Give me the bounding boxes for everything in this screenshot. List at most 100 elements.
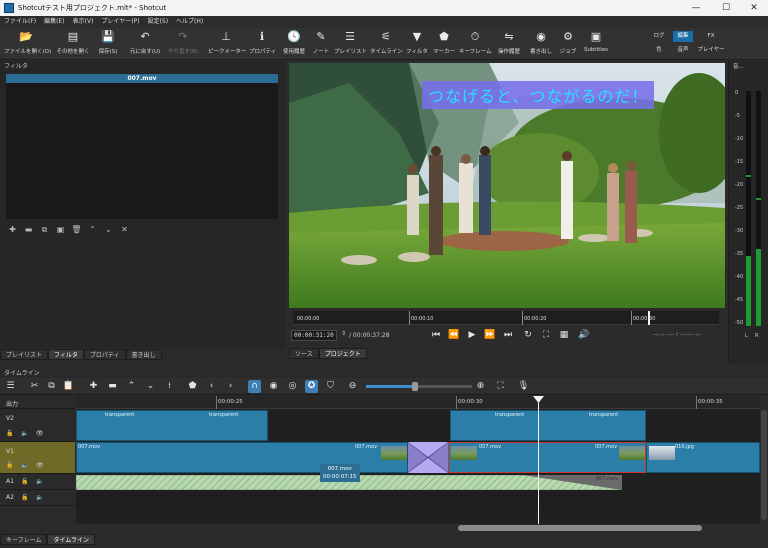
lock-icon[interactable]: 🔓 — [6, 430, 13, 437]
tab-source[interactable]: ソース — [289, 348, 319, 359]
mute-icon[interactable]: 🔈 — [36, 478, 43, 485]
layout-fx-button[interactable]: FX — [702, 31, 720, 42]
minimize-button[interactable]: — — [682, 1, 710, 15]
move-down-icon[interactable]: ⌄ — [102, 224, 115, 235]
peak-meter-button[interactable]: ⊥ ピークメーター — [208, 30, 246, 55]
ripple-all-icon[interactable]: ✪ — [305, 380, 318, 393]
loop-icon[interactable]: ↻ — [521, 330, 535, 340]
mute-icon[interactable]: 🔈 — [36, 494, 43, 501]
layout-edit-button[interactable]: 編集 — [673, 31, 693, 42]
zoom-in-icon[interactable]: ⊕ — [474, 380, 487, 393]
tab-export[interactable]: 書き出し — [125, 349, 162, 360]
fast-forward-icon[interactable]: ⏩ — [483, 330, 497, 340]
grid-icon[interactable]: ▦ — [557, 330, 571, 340]
cut-icon[interactable]: ✂ — [28, 380, 41, 393]
export-button[interactable]: ◉ 書き出し — [528, 30, 554, 55]
markers-button[interactable]: ⬟ マーカー — [432, 30, 456, 55]
player-ruler[interactable]: 00:00:00 00:00:10 00:00:20 00:00:30 — [293, 311, 719, 325]
menu-settings[interactable]: 設定(S) — [144, 16, 173, 28]
track-header-a2[interactable]: A2 🔓 🔈 — [0, 490, 75, 506]
filter-list[interactable] — [6, 83, 278, 219]
mute-icon[interactable]: 🔈 — [21, 430, 28, 437]
delete-filter-icon[interactable]: 🗑 — [70, 224, 83, 235]
zoom-fit-icon[interactable]: ⛶ — [494, 380, 507, 393]
move-up-icon[interactable]: ⌃ — [86, 224, 99, 235]
timeline-menu-icon[interactable]: ☰ — [4, 380, 17, 393]
player-playhead[interactable] — [648, 311, 650, 325]
tab-project[interactable]: プロジェクト — [318, 348, 367, 359]
tab-keyframes[interactable]: キーフレーム — [0, 534, 48, 545]
layout-audio-button[interactable]: 音声 — [673, 45, 693, 56]
lift-icon[interactable]: ⌃ — [125, 380, 138, 393]
skip-next-icon[interactable]: ⏭ — [501, 330, 515, 340]
record-audio-icon[interactable]: 🎙 — [517, 380, 530, 393]
subtitles-button[interactable]: ▣ Subtitles — [582, 30, 610, 53]
ripple-markers-icon[interactable]: ⛉ — [324, 380, 337, 393]
timeline-playhead[interactable] — [538, 396, 539, 524]
timecode-field[interactable]: 00:00:31:20 — [291, 330, 337, 341]
playhead-marker-icon[interactable] — [533, 396, 544, 403]
menu-help[interactable]: ヘルプ(H) — [172, 16, 207, 28]
transition-clip[interactable] — [408, 442, 448, 473]
overwrite-icon[interactable]: ⌄ — [144, 380, 157, 393]
layout-color-button[interactable]: 色 — [650, 45, 668, 56]
keyframes-button[interactable]: ⏱ キーフレーム — [459, 30, 492, 55]
copy-filter-icon[interactable]: ⧉ — [38, 224, 51, 235]
remove-filter-icon[interactable]: ▬ — [22, 224, 35, 235]
undo-button[interactable]: ↶ 元に戻す(U) — [128, 30, 162, 55]
recent-button[interactable]: 🕓 使用履歴 — [280, 30, 308, 55]
playlist-button[interactable]: ☰ プレイリスト — [334, 30, 367, 55]
timeline-button[interactable]: ⚟ タイムライン — [370, 30, 403, 55]
menu-view[interactable]: 表示(V) — [69, 16, 98, 28]
layout-log-button[interactable]: ログ — [650, 31, 668, 42]
v1-clip-image[interactable]: 010.jpg — [646, 442, 760, 473]
skip-previous-icon[interactable]: ⏮ — [429, 330, 443, 340]
snap-icon[interactable]: ∩ — [248, 380, 261, 393]
volume-icon[interactable]: 🔊 — [577, 330, 591, 340]
timecode-stepper-icon[interactable]: ⇕ — [341, 330, 346, 337]
track-header-a1[interactable]: A1 🔓 🔈 — [0, 474, 75, 490]
lock-icon[interactable]: 🔓 — [21, 494, 28, 501]
copy-icon[interactable]: ⧉ — [45, 380, 58, 393]
zoom-slider[interactable] — [366, 382, 472, 391]
scrub-icon[interactable]: ◉ — [267, 380, 280, 393]
timeline-ruler[interactable]: 00:00:25 00:00:30 00:00:35 — [76, 396, 760, 409]
timeline-tracks[interactable]: 00:00:25 00:00:30 00:00:35 transparent t… — [76, 396, 760, 524]
paste-icon[interactable]: 📋 — [62, 380, 75, 393]
eye-icon[interactable]: 👁 — [36, 430, 44, 437]
filters-button[interactable]: ▼ フィルタ — [406, 30, 428, 55]
v2-clip[interactable]: transparent transparent — [450, 410, 646, 441]
redo-button[interactable]: ↷ やり直す(R) — [166, 30, 200, 55]
zoom-slider-handle[interactable] — [412, 382, 418, 391]
properties-button[interactable]: ℹ プロパティ — [249, 30, 276, 55]
track-header-v1[interactable]: V1 🔓 🔈 👁 — [0, 442, 75, 474]
next-marker-icon[interactable]: › — [224, 380, 237, 393]
track-header-v2[interactable]: V2 🔓 🔈 👁 — [0, 409, 75, 442]
layout-player-button[interactable]: プレイヤー — [697, 45, 725, 56]
tab-playlist[interactable]: プレイリスト — [0, 349, 49, 360]
zoom-out-icon[interactable]: ⊖ — [346, 380, 359, 393]
tab-timeline[interactable]: タイムライン — [47, 534, 96, 545]
menu-file[interactable]: ファイル(F) — [0, 16, 40, 28]
append-icon[interactable]: ✚ — [87, 380, 100, 393]
save-button[interactable]: 💾 保存(S) — [95, 30, 121, 55]
mute-icon[interactable]: 🔈 — [21, 462, 28, 469]
notes-button[interactable]: ✎ ノート — [312, 30, 330, 55]
jobs-button[interactable]: ⚙ ジョブ — [558, 30, 578, 55]
tab-filters[interactable]: フィルタ — [48, 349, 84, 360]
v1-clip-selected[interactable]: 007.mov 007.mov — [448, 442, 646, 473]
lock-icon[interactable]: 🔓 — [21, 478, 28, 485]
open-other-button[interactable]: ▤ その他を開く — [55, 30, 91, 55]
v2-clip[interactable]: transparent transparent — [76, 410, 268, 441]
add-filter-icon[interactable]: ✚ — [6, 224, 19, 235]
split-icon[interactable]: ⟊ — [163, 380, 176, 393]
ripple-icon[interactable]: ◎ — [286, 380, 299, 393]
play-icon[interactable]: ▶ — [465, 330, 479, 340]
zoom-icon[interactable]: ⛶ — [539, 330, 553, 340]
tab-properties[interactable]: プロパティ — [83, 349, 126, 360]
menu-edit[interactable]: 編集(E) — [40, 16, 68, 28]
scrollbar-handle[interactable] — [458, 525, 702, 531]
eye-icon[interactable]: 👁 — [36, 462, 44, 469]
close-button[interactable]: ✕ — [740, 1, 768, 15]
deselect-filter-icon[interactable]: ✕ — [118, 224, 131, 235]
